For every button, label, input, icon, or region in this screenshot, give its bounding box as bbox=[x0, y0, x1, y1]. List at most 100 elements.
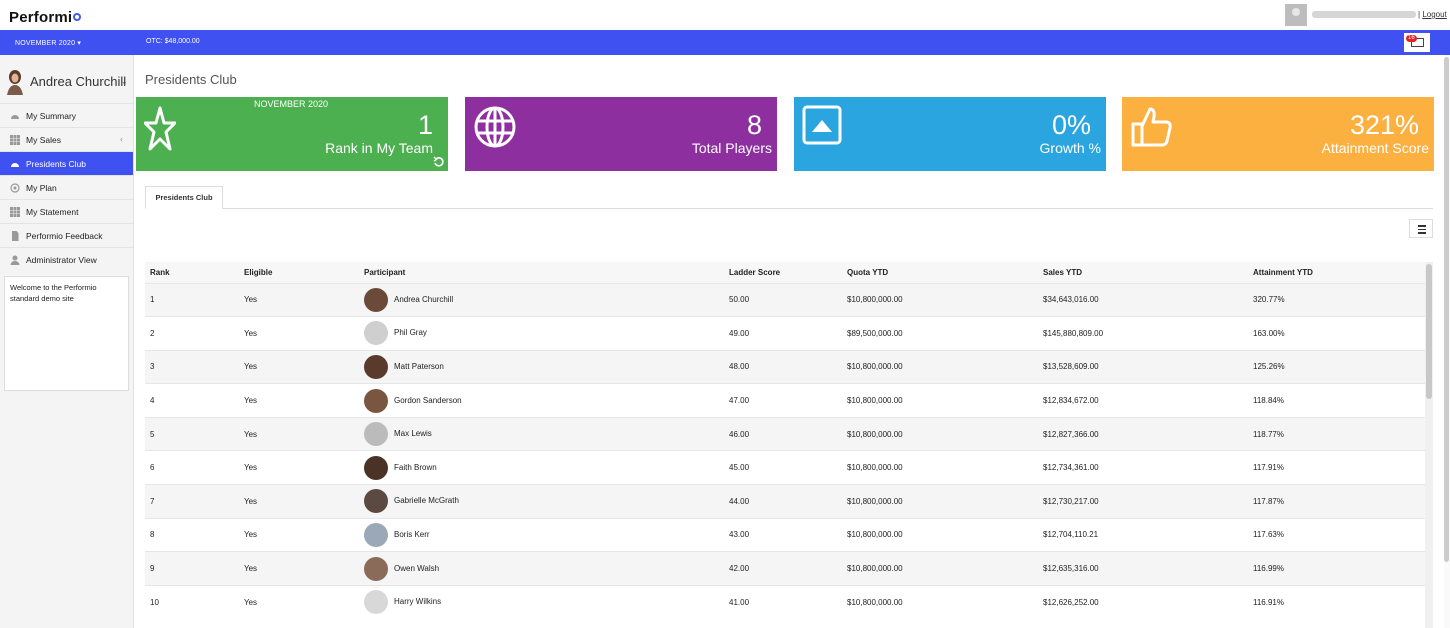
page-scrollbar-thumb[interactable] bbox=[1444, 57, 1449, 562]
presidents-club-table: Rank Eligible Participant Ladder Score Q… bbox=[145, 262, 1425, 619]
cell-eligible: Yes bbox=[239, 450, 359, 485]
column-header-eligible[interactable]: Eligible bbox=[239, 262, 359, 283]
attainment-label: Attainment Score bbox=[1321, 140, 1429, 156]
cell-eligible: Yes bbox=[239, 584, 359, 619]
user-avatar[interactable] bbox=[1285, 4, 1307, 26]
dashboard-icon bbox=[11, 115, 19, 119]
cell-quota-ytd: $10,800,000.00 bbox=[842, 484, 1038, 519]
table-menu-button[interactable] bbox=[1409, 219, 1433, 238]
column-header-rank[interactable]: Rank bbox=[145, 262, 239, 283]
hamburger-icon bbox=[1418, 225, 1426, 227]
table-row[interactable]: 9 Yes Owen Walsh 42.00 $10,800,000.00 $12,635… bbox=[145, 551, 1425, 586]
cell-participant: Harry Wilkins bbox=[359, 584, 724, 619]
cell-quota-ytd: $10,800,000.00 bbox=[842, 584, 1038, 619]
table-row[interactable]: 3 Yes Matt Paterson 48.00 $10,800,000.00 $13,… bbox=[145, 349, 1425, 384]
cell-rank: 2 bbox=[145, 316, 239, 351]
tab-presidents-club[interactable]: Presidents Club bbox=[145, 186, 223, 209]
refresh-icon[interactable] bbox=[433, 156, 445, 168]
profile-menu[interactable]: Andrea Churchill ⌄ bbox=[0, 55, 133, 103]
sidebar-item-my-plan[interactable]: My Plan bbox=[0, 175, 133, 199]
cell-rank: 8 bbox=[145, 517, 239, 552]
table-row[interactable]: 6 Yes Faith Brown 45.00 $10,800,000.00 $12,73… bbox=[145, 450, 1425, 485]
otc-value: OTC: $48,000.00 bbox=[146, 38, 200, 45]
cell-ladder-score: 41.00 bbox=[724, 584, 842, 619]
cell-participant: Phil Gray bbox=[359, 316, 724, 351]
table-row[interactable]: 2 Yes Phil Gray 49.00 $89,500,000.00 $145,880… bbox=[145, 316, 1425, 351]
cell-attainment-ytd: 117.63% bbox=[1248, 517, 1425, 552]
period-select[interactable]: NOVEMBER 2020 ▾ bbox=[15, 39, 81, 47]
column-header-sales-ytd[interactable]: Sales YTD bbox=[1038, 262, 1248, 283]
performio-logo[interactable]: Performi bbox=[9, 9, 82, 26]
cell-rank: 7 bbox=[145, 484, 239, 519]
chevron-down-icon: ▾ bbox=[77, 40, 82, 47]
sidebar-item-administrator-view[interactable]: Administrator View bbox=[0, 247, 133, 271]
grid-icon bbox=[10, 135, 20, 145]
cell-attainment-ytd: 117.87% bbox=[1248, 484, 1425, 519]
total-players-label: Total Players bbox=[691, 140, 772, 156]
messages-button[interactable]: 16 bbox=[1404, 33, 1430, 52]
sidebar-item-my-sales[interactable]: My Sales ‹ bbox=[0, 127, 133, 151]
participant-avatar bbox=[364, 590, 388, 615]
message-count-badge: 16 bbox=[1406, 35, 1417, 42]
globe-icon bbox=[474, 106, 516, 148]
participant-avatar bbox=[364, 287, 388, 312]
participant-avatar bbox=[364, 522, 388, 547]
grid-icon bbox=[10, 207, 20, 217]
user-icon bbox=[10, 255, 20, 265]
dashboard-icon bbox=[11, 163, 19, 167]
table-row[interactable]: 4 Yes Gordon Sanderson 47.00 $10,800,000.00 $… bbox=[145, 383, 1425, 418]
page-scrollbar[interactable] bbox=[1444, 55, 1450, 628]
cell-attainment-ytd: 116.91% bbox=[1248, 584, 1425, 619]
cell-eligible: Yes bbox=[239, 383, 359, 418]
welcome-message: Welcome to the Performio standard demo s… bbox=[4, 276, 129, 391]
sidebar-nav: My Summary My Sales ‹ Presidents Club My… bbox=[0, 103, 133, 271]
participant-name: Boris Kerr bbox=[394, 530, 430, 540]
participant-name: Andrea Churchill bbox=[394, 294, 454, 304]
cell-ladder-score: 46.00 bbox=[724, 416, 842, 451]
cell-ladder-score: 43.00 bbox=[724, 517, 842, 552]
column-header-ladder-score[interactable]: Ladder Score bbox=[724, 262, 842, 283]
cell-quota-ytd: $10,800,000.00 bbox=[842, 383, 1038, 418]
attainment-tile: 321% Attainment Score bbox=[1122, 97, 1434, 171]
logout-link[interactable]: Logout bbox=[1422, 10, 1446, 19]
participant-name: Faith Brown bbox=[394, 462, 437, 472]
participant-name: Gabrielle McGrath bbox=[394, 496, 459, 506]
total-players-value: 8 bbox=[746, 110, 762, 140]
cell-participant: Andrea Churchill bbox=[359, 282, 724, 317]
column-header-participant[interactable]: Participant bbox=[359, 262, 724, 283]
cell-eligible: Yes bbox=[239, 517, 359, 552]
column-header-attainment-ytd[interactable]: Attainment YTD bbox=[1248, 262, 1425, 283]
table-row[interactable]: 10 Yes Harry Wilkins 41.00 $10,800,000.00 $12… bbox=[145, 584, 1425, 619]
sidebar-item-performio-feedback[interactable]: Performio Feedback bbox=[0, 223, 133, 247]
sidebar-item-presidents-club[interactable]: Presidents Club bbox=[0, 151, 133, 175]
cell-sales-ytd: $12,734,361.00 bbox=[1038, 450, 1248, 485]
target-icon bbox=[10, 183, 20, 193]
cell-quota-ytd: $10,800,000.00 bbox=[842, 349, 1038, 384]
rank-value: 1 bbox=[417, 110, 433, 140]
participant-name: Owen Walsh bbox=[394, 563, 440, 573]
cell-eligible: Yes bbox=[239, 416, 359, 451]
table-row[interactable]: 7 Yes Gabrielle McGrath 44.00 $10,800,000.00… bbox=[145, 484, 1425, 519]
scrollbar-thumb[interactable] bbox=[1426, 264, 1432, 399]
hamburger-icon-line bbox=[1418, 232, 1426, 234]
cell-participant: Max Lewis bbox=[359, 416, 724, 451]
growth-label: Growth % bbox=[1039, 140, 1101, 156]
column-header-quota-ytd[interactable]: Quota YTD bbox=[842, 262, 1038, 283]
cell-rank: 10 bbox=[145, 584, 239, 619]
participant-name: Harry Wilkins bbox=[394, 597, 442, 607]
sidebar-item-my-summary[interactable]: My Summary bbox=[0, 103, 133, 127]
table-row[interactable]: 5 Yes Max Lewis 46.00 $10,800,000.00 $12,827,… bbox=[145, 416, 1425, 451]
cell-sales-ytd: $12,635,316.00 bbox=[1038, 551, 1248, 586]
table-row[interactable]: 1 Yes Andrea Churchill 50.00 $10,800,000.00 $… bbox=[145, 282, 1425, 317]
cell-eligible: Yes bbox=[239, 551, 359, 586]
participant-avatar bbox=[364, 354, 388, 379]
participant-avatar bbox=[364, 455, 388, 480]
table-scrollbar[interactable] bbox=[1425, 262, 1433, 628]
table-row[interactable]: 8 Yes Boris Kerr 43.00 $10,800,000.00 $12,704… bbox=[145, 517, 1425, 552]
cell-attainment-ytd: 320.77% bbox=[1248, 282, 1425, 317]
arrow-up-box-icon bbox=[802, 105, 842, 145]
document-icon bbox=[12, 231, 19, 241]
sidebar-item-my-statement[interactable]: My Statement bbox=[0, 199, 133, 223]
cell-quota-ytd: $10,800,000.00 bbox=[842, 551, 1038, 586]
cell-sales-ytd: $145,880,809.00 bbox=[1038, 316, 1248, 351]
